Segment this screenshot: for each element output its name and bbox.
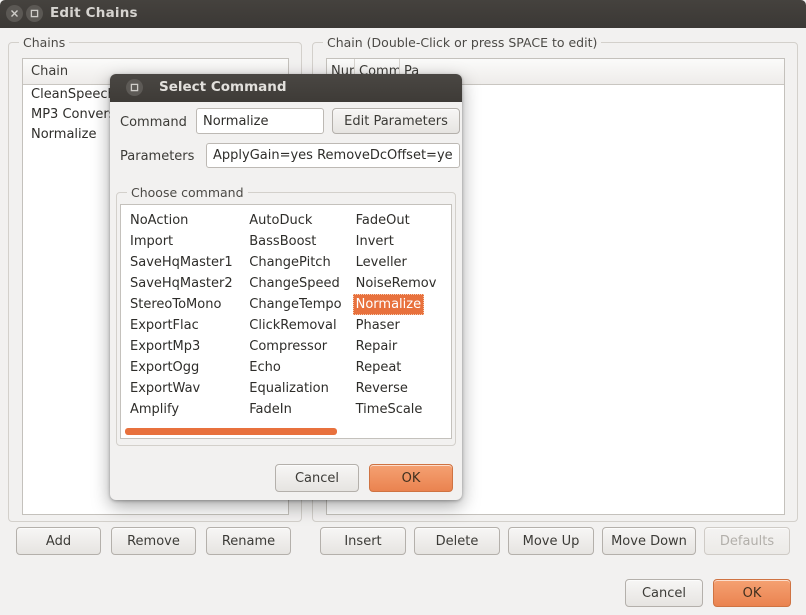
delete-button[interactable]: Delete <box>414 527 500 555</box>
command-list-item[interactable]: Phaser <box>356 315 451 336</box>
dialog-button-row: Cancel OK <box>275 464 453 492</box>
close-icon[interactable] <box>6 5 23 22</box>
dialog-maximize-icon[interactable] <box>126 79 143 96</box>
edit-chains-window: Edit Chains Chains Chain CleanSpeech MP3 … <box>0 0 806 615</box>
command-list-item[interactable]: Invert <box>356 231 451 252</box>
move-down-button[interactable]: Move Down <box>602 527 696 555</box>
chains-group-label: Chains <box>19 35 70 50</box>
command-list-item[interactable]: ExportMp3 <box>130 336 240 357</box>
maximize-icon[interactable] <box>26 5 43 22</box>
command-list-item[interactable]: ChangeSpeed <box>249 273 346 294</box>
dialog-ok-button[interactable]: OK <box>369 464 453 492</box>
command-list-item[interactable]: Compressor <box>249 336 346 357</box>
command-list-item[interactable]: Leveller <box>356 252 451 273</box>
command-list-item[interactable]: SaveHqMaster1 <box>130 252 240 273</box>
command-list-item[interactable]: Normalize <box>352 294 451 315</box>
chains-button-row: Add Remove Rename <box>16 527 291 555</box>
command-list-item[interactable]: Reverse <box>356 378 451 399</box>
choose-command-label: Choose command <box>127 185 248 200</box>
dialog-cancel-button[interactable]: Cancel <box>275 464 359 492</box>
command-columns: NoAction Import SaveHqMaster1 SaveHqMaster2… <box>121 210 451 420</box>
command-list-item[interactable]: StereoToMono <box>130 294 240 315</box>
parameters-input[interactable]: ApplyGain=yes RemoveDcOffset=ye <box>206 143 460 168</box>
window-cancel-button[interactable]: Cancel <box>625 579 703 607</box>
command-column-3: FadeOut Invert Leveller NoiseRemov Normalize… <box>347 210 451 420</box>
command-list-item[interactable]: ChangeTempo <box>249 294 346 315</box>
command-list-hscrollbar-thumb[interactable] <box>125 428 337 435</box>
select-command-dialog: Select Command Command Normalize Edit Pa… <box>110 74 462 500</box>
command-input[interactable]: Normalize <box>196 108 324 134</box>
window-titlebar: Edit Chains <box>0 0 806 28</box>
command-list-item[interactable]: Repeat <box>356 357 451 378</box>
defaults-button: Defaults <box>704 527 790 555</box>
move-up-button[interactable]: Move Up <box>508 527 594 555</box>
dialog-title: Select Command <box>159 79 287 95</box>
command-list-item[interactable]: FadeOut <box>356 210 451 231</box>
command-list-item[interactable]: AutoDuck <box>249 210 346 231</box>
command-list-item[interactable]: NoiseRemov <box>356 273 451 294</box>
rename-button[interactable]: Rename <box>206 527 291 555</box>
add-button[interactable]: Add <box>16 527 101 555</box>
command-list-item-selected[interactable]: Normalize <box>352 294 425 315</box>
chain-button-row: Insert Delete Move Up Move Down Defaults <box>320 527 790 555</box>
command-list-item[interactable]: ExportWav <box>130 378 240 399</box>
command-list-item[interactable]: BassBoost <box>249 231 346 252</box>
command-list-item[interactable]: FadeIn <box>249 399 346 420</box>
command-list[interactable]: NoAction Import SaveHqMaster1 SaveHqMaster2… <box>120 204 452 439</box>
chain-group-label: Chain (Double-Click or press SPACE to ed… <box>323 35 602 50</box>
command-list-hscrollbar[interactable] <box>122 427 451 437</box>
command-list-item[interactable]: ExportFlac <box>130 315 240 336</box>
command-list-item[interactable]: ChangePitch <box>249 252 346 273</box>
command-list-item[interactable]: Import <box>130 231 240 252</box>
window-controls <box>6 5 43 22</box>
remove-button[interactable]: Remove <box>111 527 196 555</box>
window-ok-button[interactable]: OK <box>713 579 791 607</box>
window-footer-buttons: Cancel OK <box>625 579 791 607</box>
command-label: Command <box>120 115 187 130</box>
command-list-item[interactable]: Repair <box>356 336 451 357</box>
command-list-item[interactable]: Echo <box>249 357 346 378</box>
command-column-2: AutoDuck BassBoost ChangePitch ChangeSpeed C… <box>240 210 346 420</box>
command-list-item[interactable]: Amplify <box>130 399 240 420</box>
command-list-item[interactable]: SaveHqMaster2 <box>130 273 240 294</box>
command-column-1: NoAction Import SaveHqMaster1 SaveHqMaster2… <box>121 210 240 420</box>
command-list-item[interactable]: ExportOgg <box>130 357 240 378</box>
command-list-item[interactable]: ClickRemoval <box>249 315 346 336</box>
parameters-label: Parameters <box>120 149 195 164</box>
edit-parameters-button[interactable]: Edit Parameters <box>332 108 460 134</box>
command-list-item[interactable]: NoAction <box>130 210 240 231</box>
command-list-item[interactable]: Equalization <box>249 378 346 399</box>
insert-button[interactable]: Insert <box>320 527 406 555</box>
command-list-item[interactable]: TimeScale <box>356 399 451 420</box>
window-title: Edit Chains <box>50 5 138 21</box>
